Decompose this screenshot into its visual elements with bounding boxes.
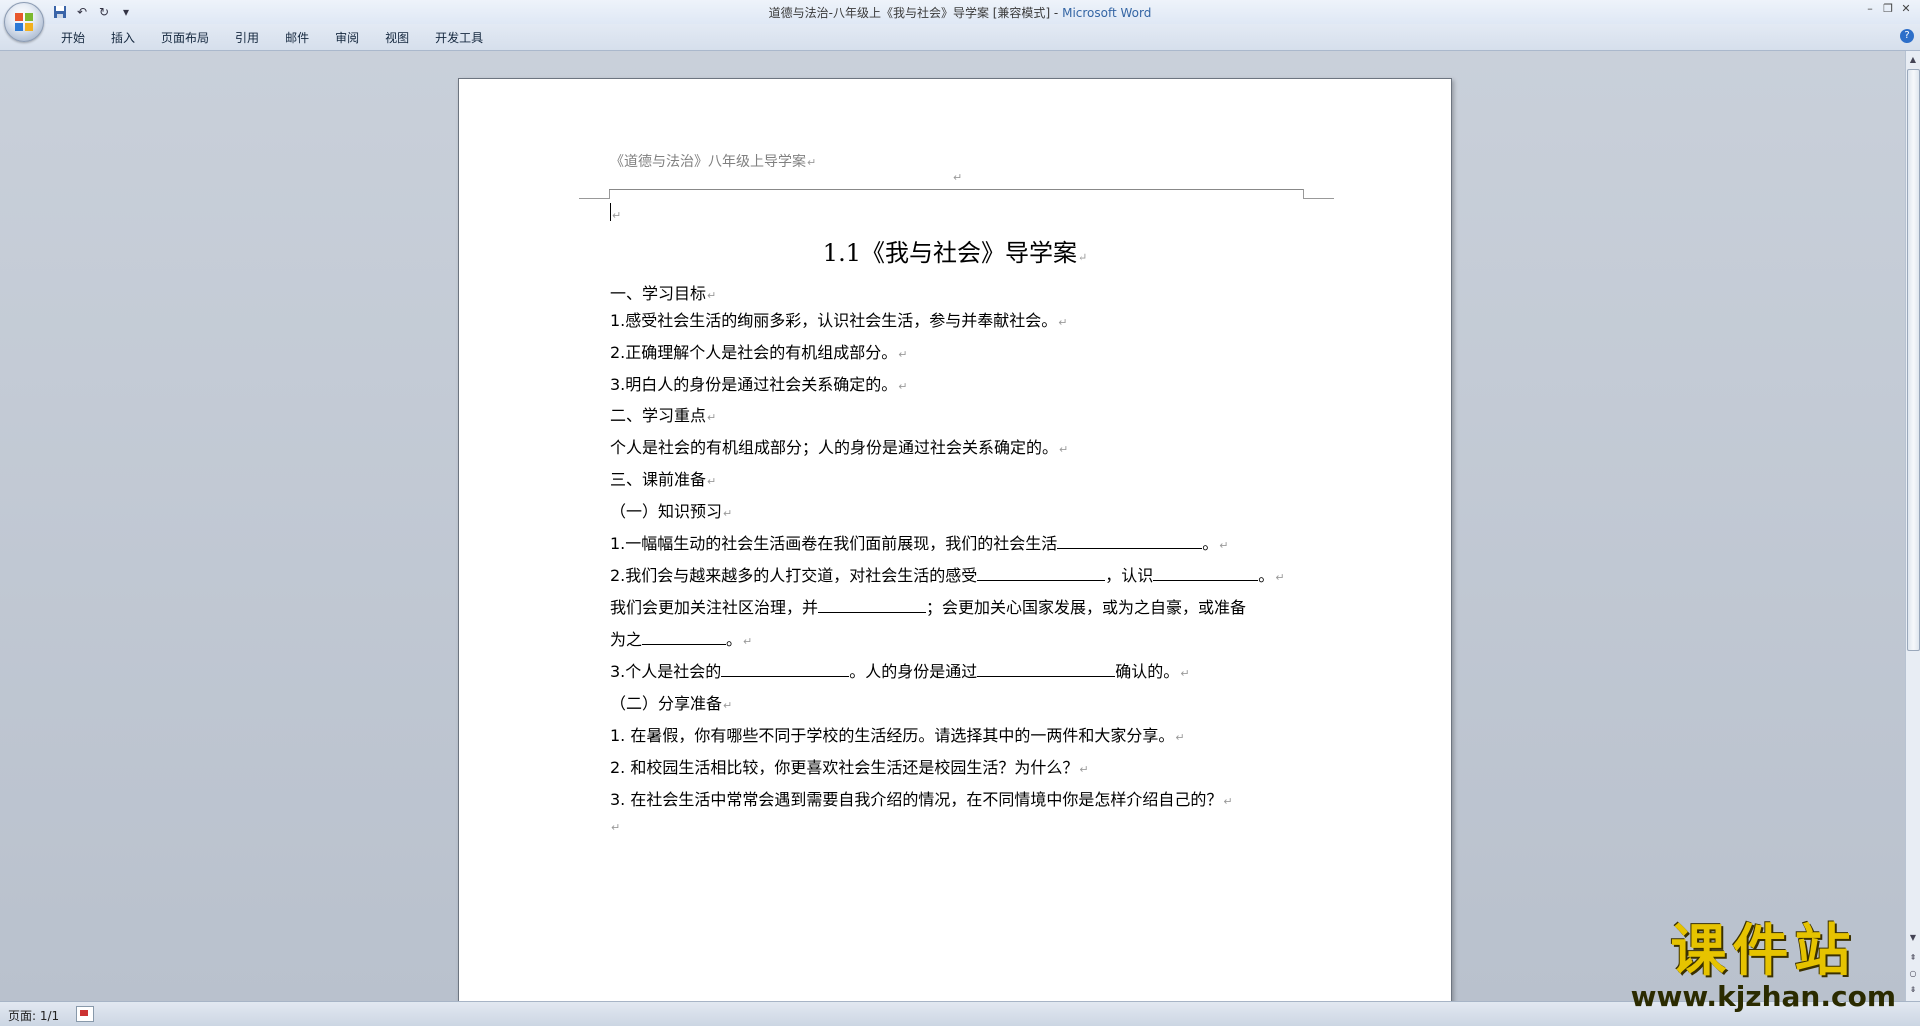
paragraph-mark-icon: ↵ bbox=[1223, 795, 1233, 808]
paragraph-mark-icon: ↵ bbox=[707, 411, 717, 424]
office-button[interactable] bbox=[4, 2, 44, 42]
paragraph-mark-icon: ↵ bbox=[1175, 731, 1185, 744]
vertical-scrollbar[interactable]: ▲ ▼ ⇞ ○ ⇟ bbox=[1905, 51, 1920, 1001]
paragraph-mark-icon: ↵ bbox=[1180, 667, 1190, 680]
paragraph-mark-icon: ↵ bbox=[707, 475, 717, 488]
preview-question[interactable]: 2.我们会与越来越多的人打交道，对社会生活的感受 ，认识 。↵ bbox=[610, 562, 1285, 586]
browse-object-icon[interactable]: ○ bbox=[1906, 967, 1920, 981]
paragraph-mark-icon: ↵ bbox=[898, 380, 908, 393]
sharing-question[interactable]: 1. 在暑假，你有哪些不同于学校的生活经历。请选择其中的一两件和大家分享。↵ bbox=[610, 722, 1185, 746]
paragraph-mark-icon: ↵ bbox=[611, 821, 621, 834]
preview-question[interactable]: 1.一幅幅生动的社会生活画卷在我们面前展现，我们的社会生活 。↵ bbox=[610, 530, 1229, 554]
document-workspace: 《道德与法治》八年级上导学案↵ ↵ ↵ 1.1《我与社会》导学案↵ 一、学习目标… bbox=[0, 51, 1906, 1001]
paragraph-mark-icon: ↵ bbox=[898, 348, 908, 361]
page-count-status[interactable]: 页面: 1/1 bbox=[8, 1007, 59, 1024]
empty-paragraph[interactable]: ↵ bbox=[610, 816, 620, 835]
header-divider bbox=[609, 189, 1303, 190]
tab-review[interactable]: 审阅 bbox=[322, 29, 372, 47]
subsection-heading[interactable]: （一）知识预习↵ bbox=[610, 498, 732, 522]
document-page[interactable]: 《道德与法治》八年级上导学案↵ ↵ ↵ 1.1《我与社会》导学案↵ 一、学习目标… bbox=[458, 78, 1452, 1001]
fill-blank[interactable] bbox=[642, 629, 727, 645]
window-controls: – ❐ ✕ bbox=[1862, 2, 1914, 16]
fill-blank[interactable] bbox=[1153, 565, 1259, 581]
paragraph-mark-icon: ↵ bbox=[953, 171, 963, 184]
tab-insert[interactable]: 插入 bbox=[98, 29, 148, 47]
office-logo-icon bbox=[15, 13, 33, 31]
section-heading[interactable]: 一、学习目标↵ bbox=[610, 280, 716, 304]
sharing-question[interactable]: 2. 和校园生活相比较，你更喜欢社会生活还是校园生活？为什么？↵ bbox=[610, 754, 1089, 778]
paragraph-mark-icon: ↵ bbox=[723, 507, 733, 520]
scroll-down-icon[interactable]: ▼ bbox=[1906, 931, 1920, 945]
tab-home[interactable]: 开始 bbox=[48, 29, 98, 47]
previous-page-icon[interactable]: ⇞ bbox=[1906, 951, 1920, 965]
fill-blank[interactable] bbox=[818, 597, 927, 613]
app-name: Microsoft Word bbox=[1062, 6, 1152, 20]
fill-blank[interactable] bbox=[1057, 533, 1203, 549]
tab-page-layout[interactable]: 页面布局 bbox=[148, 29, 222, 47]
tab-developer[interactable]: 开发工具 bbox=[422, 29, 496, 47]
subsection-heading[interactable]: （二）分享准备↵ bbox=[610, 690, 732, 714]
help-icon[interactable]: ? bbox=[1900, 29, 1914, 43]
close-icon[interactable]: ✕ bbox=[1898, 2, 1914, 16]
scrollbar-thumb[interactable] bbox=[1907, 69, 1920, 651]
paragraph-mark-icon: ↵ bbox=[1275, 571, 1285, 584]
paragraph-mark-icon: ↵ bbox=[807, 156, 817, 169]
sharing-question[interactable]: 3. 在社会生活中常常会遇到需要自我介绍的情况，在不同情境中你是怎样介绍自己的？… bbox=[610, 786, 1233, 810]
objective-item[interactable]: 1.感受社会生活的绚丽多彩，认识社会生活，参与并奉献社会。↵ bbox=[610, 307, 1068, 331]
page-header-text[interactable]: 《道德与法治》八年级上导学案↵ bbox=[610, 151, 816, 171]
preview-question-cont[interactable]: 为之 。↵ bbox=[610, 626, 752, 650]
fill-blank[interactable] bbox=[977, 661, 1116, 677]
objective-item[interactable]: 3.明白人的身份是通过社会关系确定的。↵ bbox=[610, 371, 908, 395]
restore-icon[interactable]: ❐ bbox=[1880, 2, 1896, 16]
paragraph-mark-icon: ↵ bbox=[743, 635, 753, 648]
section-heading[interactable]: 三、课前准备↵ bbox=[610, 466, 716, 490]
watermark-url: www.kjzhan.com bbox=[1630, 980, 1896, 1013]
tab-mailings[interactable]: 邮件 bbox=[272, 29, 322, 47]
title-bar: ↶ ↻ ▾ 道德与法治-八年级上《我与社会》导学案 [兼容模式] - Micro… bbox=[0, 0, 1920, 25]
next-page-icon[interactable]: ⇟ bbox=[1906, 983, 1920, 997]
text-cursor bbox=[610, 203, 611, 221]
document-title[interactable]: 1.1《我与社会》导学案↵ bbox=[459, 233, 1451, 268]
paragraph-mark-icon: ↵ bbox=[1059, 443, 1069, 456]
paragraph-mark-icon: ↵ bbox=[1079, 763, 1089, 776]
tab-references[interactable]: 引用 bbox=[222, 29, 272, 47]
paragraph-mark-icon: ↵ bbox=[707, 289, 717, 302]
paragraph-mark-icon: ↵ bbox=[1058, 316, 1068, 329]
fill-blank[interactable] bbox=[977, 565, 1106, 581]
minimize-icon[interactable]: – bbox=[1862, 2, 1878, 16]
preview-question-cont[interactable]: 我们会更加关注社区治理，并 ；会更加关心国家发展，或为之自豪，或准备 bbox=[610, 594, 1246, 618]
paragraph-mark-icon: ↵ bbox=[612, 209, 622, 222]
macro-record-icon[interactable] bbox=[76, 1006, 94, 1022]
scroll-up-icon[interactable]: ▲ bbox=[1906, 53, 1920, 67]
section-heading[interactable]: 二、学习重点↵ bbox=[610, 402, 716, 426]
watermark-brand: 课件站 bbox=[1670, 919, 1857, 984]
crop-mark bbox=[1303, 189, 1334, 199]
key-point-text[interactable]: 个人是社会的有机组成部分；人的身份是通过社会关系确定的。↵ bbox=[610, 434, 1068, 458]
objective-item[interactable]: 2.正确理解个人是社会的有机组成部分。↵ bbox=[610, 339, 908, 363]
ribbon-tabs: 开始 插入 页面布局 引用 邮件 审阅 视图 开发工具 ? bbox=[0, 24, 1920, 51]
crop-mark bbox=[579, 189, 610, 199]
window-title: 道德与法治-八年级上《我与社会》导学案 [兼容模式] - Microsoft W… bbox=[768, 6, 1152, 20]
paragraph-mark-icon: ↵ bbox=[1219, 539, 1229, 552]
paragraph-mark-icon: ↵ bbox=[723, 699, 733, 712]
paragraph-mark-icon: ↵ bbox=[1077, 251, 1088, 264]
tab-view[interactable]: 视图 bbox=[372, 29, 422, 47]
preview-question[interactable]: 3.个人是社会的 。人的身份是通过 确认的。↵ bbox=[610, 658, 1190, 682]
watermark-logo: 课件站 www.kjzhan.com bbox=[1631, 922, 1896, 1012]
fill-blank[interactable] bbox=[721, 661, 850, 677]
